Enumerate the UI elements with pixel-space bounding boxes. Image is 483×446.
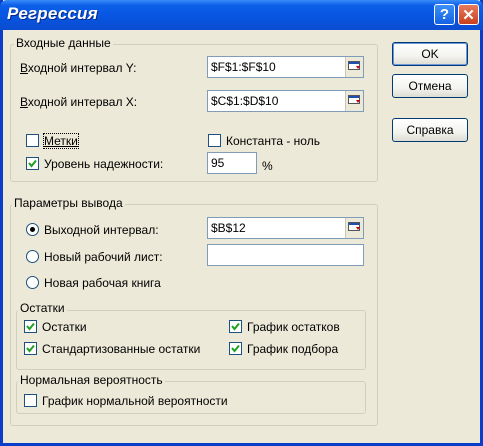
- y-range-value: $F$1:$F$10: [211, 60, 276, 74]
- output-range-radio[interactable]: [26, 223, 39, 236]
- normal-probability-group-title: Нормальная вероятность: [18, 373, 165, 387]
- constant-zero-checkbox[interactable]: [208, 134, 221, 147]
- close-icon: ✕: [462, 6, 475, 24]
- y-range-collapse-button[interactable]: [345, 57, 363, 77]
- output-range-collapse-button[interactable]: [345, 218, 363, 238]
- collapse-dialog-icon: [348, 61, 360, 70]
- y-range-input[interactable]: $F$1:$F$10: [207, 56, 364, 78]
- label-text: ходной интервал X:: [27, 95, 138, 109]
- checkmark-icon: [231, 322, 240, 331]
- ok-button[interactable]: OK: [392, 42, 468, 66]
- new-sheet-label: Новый рабочий лист:: [44, 250, 163, 264]
- confidence-level-input[interactable]: 95: [207, 152, 257, 174]
- output-options-group-title: Параметры вывода: [12, 196, 125, 210]
- mnemonic-letter: В: [20, 61, 28, 75]
- confidence-level-label: Уровень надежности:: [44, 157, 164, 171]
- output-range-label: Выходной интервал:: [44, 223, 159, 237]
- residuals-group: [16, 310, 366, 370]
- percent-sign: %: [262, 159, 273, 173]
- confidence-level-checkbox[interactable]: [26, 157, 39, 170]
- y-range-label: Входной интервал Y:: [20, 61, 136, 75]
- title-bar: Регрессия ? ✕: [0, 0, 483, 30]
- new-sheet-input[interactable]: [207, 244, 364, 266]
- labels-checkbox-label: Метки: [43, 133, 79, 149]
- x-range-collapse-button[interactable]: [345, 91, 363, 111]
- standardized-residuals-checkbox[interactable]: [24, 342, 37, 355]
- labels-checkbox[interactable]: [26, 134, 39, 147]
- new-workbook-label: Новая рабочая книга: [44, 276, 161, 290]
- ok-button-label: OK: [421, 47, 439, 61]
- cancel-button[interactable]: Отмена: [392, 74, 468, 98]
- residuals-label: Остатки: [42, 320, 87, 334]
- standardized-residuals-label: Стандартизованные остатки: [42, 342, 201, 356]
- collapse-dialog-icon: [348, 95, 360, 104]
- close-button[interactable]: ✕: [458, 4, 479, 25]
- x-range-value: $C$1:$D$10: [211, 94, 279, 108]
- normal-probability-plot-label: График нормальной вероятности: [42, 394, 228, 408]
- input-data-group-title: Входные данные: [14, 36, 113, 50]
- x-range-input[interactable]: $C$1:$D$10: [207, 90, 364, 112]
- checkmark-icon: [26, 344, 35, 353]
- residual-plots-label: График остатков: [247, 320, 340, 334]
- label-text: ходной интервал Y:: [27, 61, 137, 75]
- normal-probability-plot-checkbox[interactable]: [24, 394, 37, 407]
- help-button[interactable]: Справка: [392, 118, 468, 142]
- x-range-label: Входной интервал X:: [20, 95, 137, 109]
- residuals-group-title: Остатки: [18, 301, 67, 315]
- new-sheet-radio[interactable]: [26, 250, 39, 263]
- help-button-label: Справка: [406, 123, 454, 137]
- help-title-button[interactable]: ?: [434, 4, 455, 25]
- confidence-level-value: 95: [211, 156, 225, 170]
- new-workbook-radio[interactable]: [26, 276, 39, 289]
- checkmark-icon: [26, 322, 35, 331]
- mnemonic-letter: В: [20, 95, 28, 109]
- output-range-value: $B$12: [211, 221, 246, 235]
- line-fit-plots-checkbox[interactable]: [229, 342, 242, 355]
- question-icon: ?: [439, 6, 450, 23]
- checkmark-icon: [231, 344, 240, 353]
- checkmark-icon: [28, 159, 37, 168]
- output-range-input[interactable]: $B$12: [207, 217, 364, 239]
- radio-dot: [30, 227, 35, 232]
- cancel-button-label: Отмена: [408, 79, 452, 93]
- collapse-dialog-icon: [348, 222, 360, 231]
- line-fit-plots-label: График подбора: [247, 342, 339, 356]
- residuals-checkbox[interactable]: [24, 320, 37, 333]
- constant-zero-label: Константа - ноль: [226, 134, 320, 148]
- residual-plots-checkbox[interactable]: [229, 320, 242, 333]
- window-title: Регрессия: [7, 4, 98, 23]
